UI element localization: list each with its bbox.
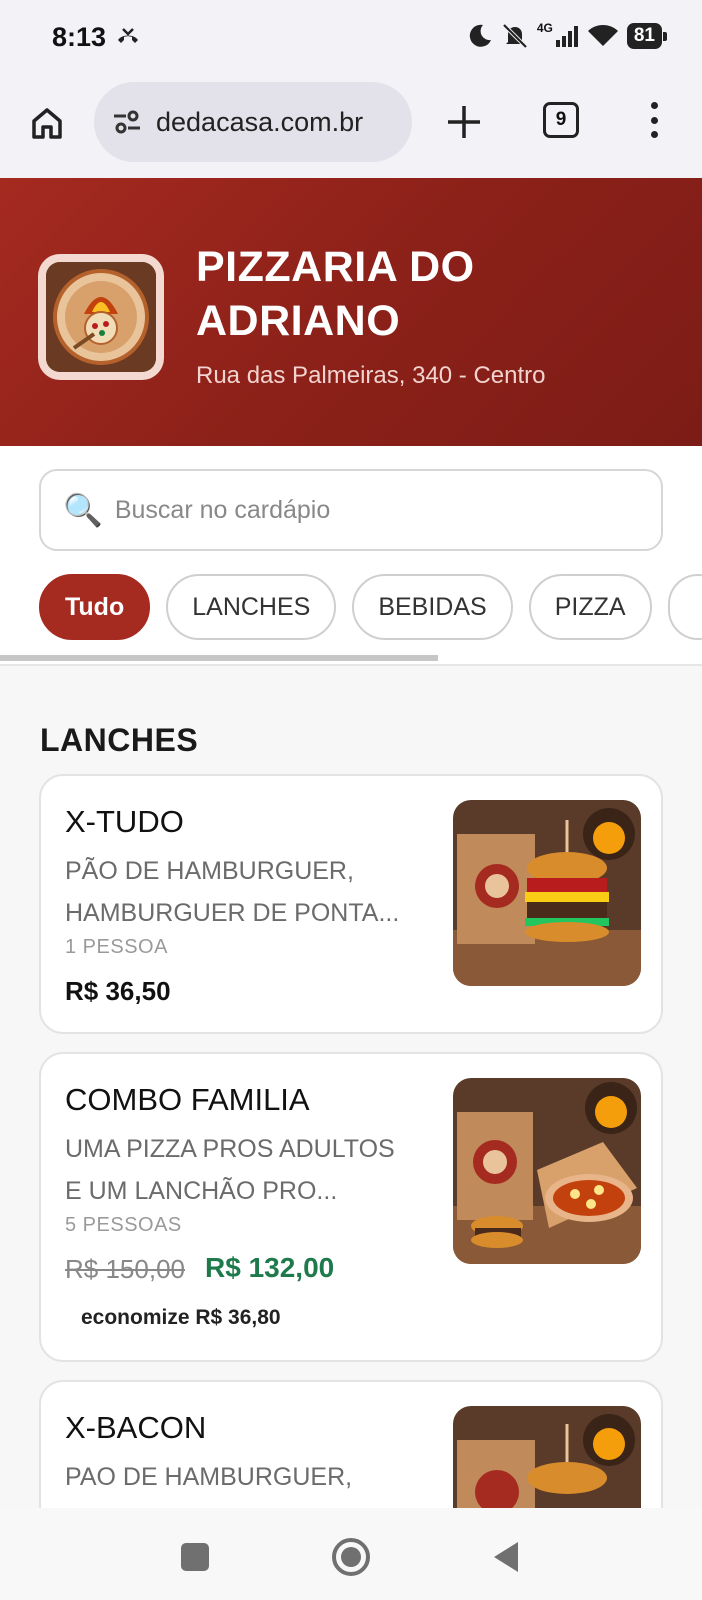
category-chip-pizza[interactable]: PIZZA bbox=[528, 574, 652, 640]
store-name: PIZZARIA DO ADRIANO bbox=[196, 243, 475, 345]
new-tab-button[interactable] bbox=[444, 100, 484, 144]
status-bar: 8:13 4G 81 bbox=[0, 0, 702, 78]
product-image bbox=[453, 800, 641, 986]
divider bbox=[0, 664, 702, 666]
search-input[interactable]: 🔍 Buscar no cardápio bbox=[39, 469, 663, 551]
plus-icon bbox=[448, 106, 480, 138]
product-name: X-BACON bbox=[65, 1410, 207, 1445]
category-chip-bebidas[interactable]: BEBIDAS bbox=[352, 574, 513, 640]
product-description: PAO DE HAMBURGUER, bbox=[65, 1463, 353, 1491]
product-serves: 1 PESSOA bbox=[65, 936, 168, 958]
product-saving-label: economize R$ 36,80 bbox=[81, 1306, 281, 1329]
product-card[interactable]: COMBO FAMILIA UMA PIZZA PROS ADULTOS E U… bbox=[39, 1052, 663, 1362]
system-navigation-bar bbox=[0, 1508, 702, 1600]
more-menu-button[interactable] bbox=[644, 98, 664, 142]
product-serves: 5 PESSOAS bbox=[65, 1214, 182, 1236]
category-chip-lanches[interactable]: LANCHES bbox=[166, 574, 337, 640]
product-description: UMA PIZZA PROS ADULTOS E UM LANCHÃO PRO.… bbox=[65, 1135, 395, 1205]
category-chip-more[interactable] bbox=[667, 574, 702, 640]
store-address: Rua das Palmeiras, 340 - Centro bbox=[196, 362, 546, 389]
product-card[interactable]: X-TUDO PÃO DE HAMBURGUER, HAMBURGUER DE … bbox=[39, 774, 663, 1034]
menu-dot bbox=[650, 131, 658, 138]
category-scrollbar[interactable] bbox=[0, 655, 438, 661]
url-text: dedacasa.com.br bbox=[156, 106, 364, 137]
product-name: X-TUDO bbox=[65, 804, 184, 839]
product-price: R$ 36,50 bbox=[65, 976, 171, 1006]
do-not-disturb-icon bbox=[469, 24, 491, 47]
category-tabs: Tudo LANCHES BEBIDAS PIZZA bbox=[39, 574, 702, 640]
recents-button[interactable] bbox=[181, 1543, 209, 1571]
site-settings-icon bbox=[114, 110, 140, 134]
search-placeholder: Buscar no cardápio bbox=[114, 495, 331, 524]
status-time: 8:13 bbox=[52, 22, 107, 52]
store-logo bbox=[38, 254, 164, 380]
battery-indicator: 81 bbox=[626, 23, 668, 49]
product-old-price: R$ 150,00 bbox=[65, 1254, 185, 1284]
product-name: COMBO FAMILIA bbox=[65, 1082, 310, 1117]
search-icon: 🔍 bbox=[63, 492, 103, 528]
muted-bell-icon bbox=[502, 23, 528, 49]
pizzeria-logo-image bbox=[46, 262, 156, 372]
address-bar[interactable]: dedacasa.com.br bbox=[94, 82, 412, 162]
menu-dot bbox=[650, 116, 658, 124]
signal-icon bbox=[555, 26, 578, 47]
home-icon bbox=[32, 108, 62, 139]
product-image bbox=[453, 1406, 641, 1508]
menu-dot bbox=[650, 102, 658, 109]
tab-switcher-button[interactable]: 9 bbox=[543, 102, 579, 138]
product-description: PÃO DE HAMBURGUER, HAMBURGUER DE PONTA..… bbox=[65, 857, 400, 927]
browser-toolbar: dedacasa.com.br 9 bbox=[0, 78, 702, 178]
missed-call-icon bbox=[116, 26, 140, 53]
store-header: PIZZARIA DO ADRIANO Rua das Palmeiras, 3… bbox=[0, 178, 702, 446]
wifi-icon bbox=[587, 25, 618, 46]
back-button[interactable] bbox=[494, 1542, 518, 1572]
home-circle-icon bbox=[341, 1547, 361, 1567]
product-discount-price: R$ 132,00 bbox=[205, 1252, 335, 1283]
section-title: LANCHES bbox=[40, 722, 199, 758]
product-image bbox=[453, 1078, 641, 1264]
search-area: 🔍 Buscar no cardápio Tudo LANCHES BEBIDA… bbox=[0, 446, 702, 666]
product-card[interactable]: X-BACON PAO DE HAMBURGUER, bbox=[39, 1380, 663, 1508]
category-chip-tudo[interactable]: Tudo bbox=[39, 574, 151, 640]
network-type: 4G bbox=[536, 21, 553, 35]
home-button[interactable] bbox=[26, 102, 68, 144]
status-icons: 4G 81 bbox=[467, 21, 668, 50]
home-nav-button[interactable] bbox=[332, 1538, 370, 1576]
menu-content: 🔍 Buscar no cardápio Tudo LANCHES BEBIDA… bbox=[0, 446, 702, 1508]
